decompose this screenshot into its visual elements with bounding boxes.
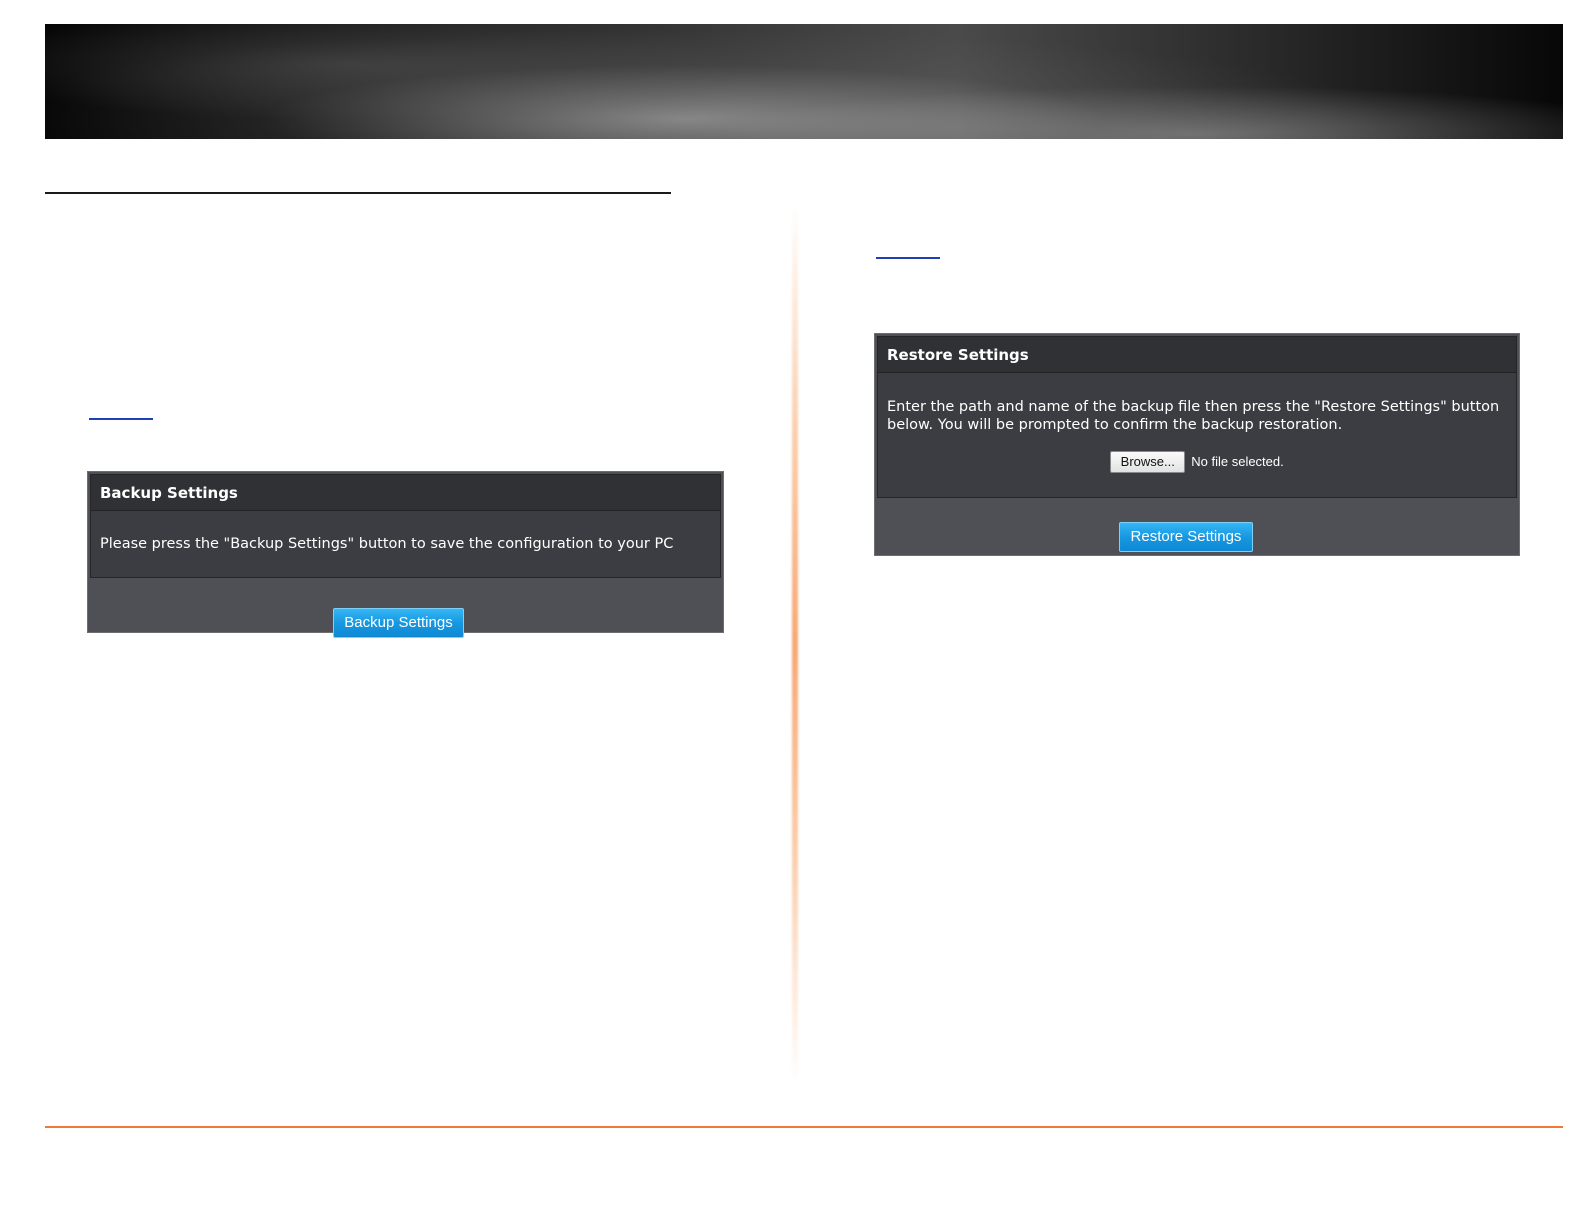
restore-settings-box: Restore Settings Enter the path and name… bbox=[877, 336, 1517, 498]
header-banner bbox=[45, 24, 1563, 139]
backup-settings-title: Backup Settings bbox=[91, 475, 720, 511]
backup-link-underline[interactable] bbox=[89, 418, 153, 420]
backup-settings-button[interactable]: Backup Settings bbox=[333, 608, 464, 638]
footer-rule bbox=[45, 1126, 1563, 1128]
restore-settings-description: Enter the path and name of the backup fi… bbox=[887, 399, 1500, 433]
file-picker: Browse... No file selected. bbox=[878, 451, 1516, 475]
restore-settings-button[interactable]: Restore Settings bbox=[1119, 522, 1253, 552]
backup-settings-panel: Backup Settings Please press the "Backup… bbox=[87, 471, 724, 638]
column-divider bbox=[792, 205, 798, 1085]
restore-settings-panel: Restore Settings Enter the path and name… bbox=[874, 333, 1520, 556]
restore-settings-title: Restore Settings bbox=[878, 337, 1516, 373]
backup-settings-box: Backup Settings Please press the "Backup… bbox=[90, 474, 721, 578]
section-title-rule bbox=[45, 192, 671, 194]
backup-settings-description: Please press the "Backup Settings" butto… bbox=[100, 536, 674, 552]
file-status-text: No file selected. bbox=[1191, 454, 1284, 469]
manual-page: Backup Settings Please press the "Backup… bbox=[0, 0, 1584, 1224]
browse-button[interactable]: Browse... bbox=[1110, 451, 1186, 473]
restore-link-underline[interactable] bbox=[876, 257, 940, 259]
